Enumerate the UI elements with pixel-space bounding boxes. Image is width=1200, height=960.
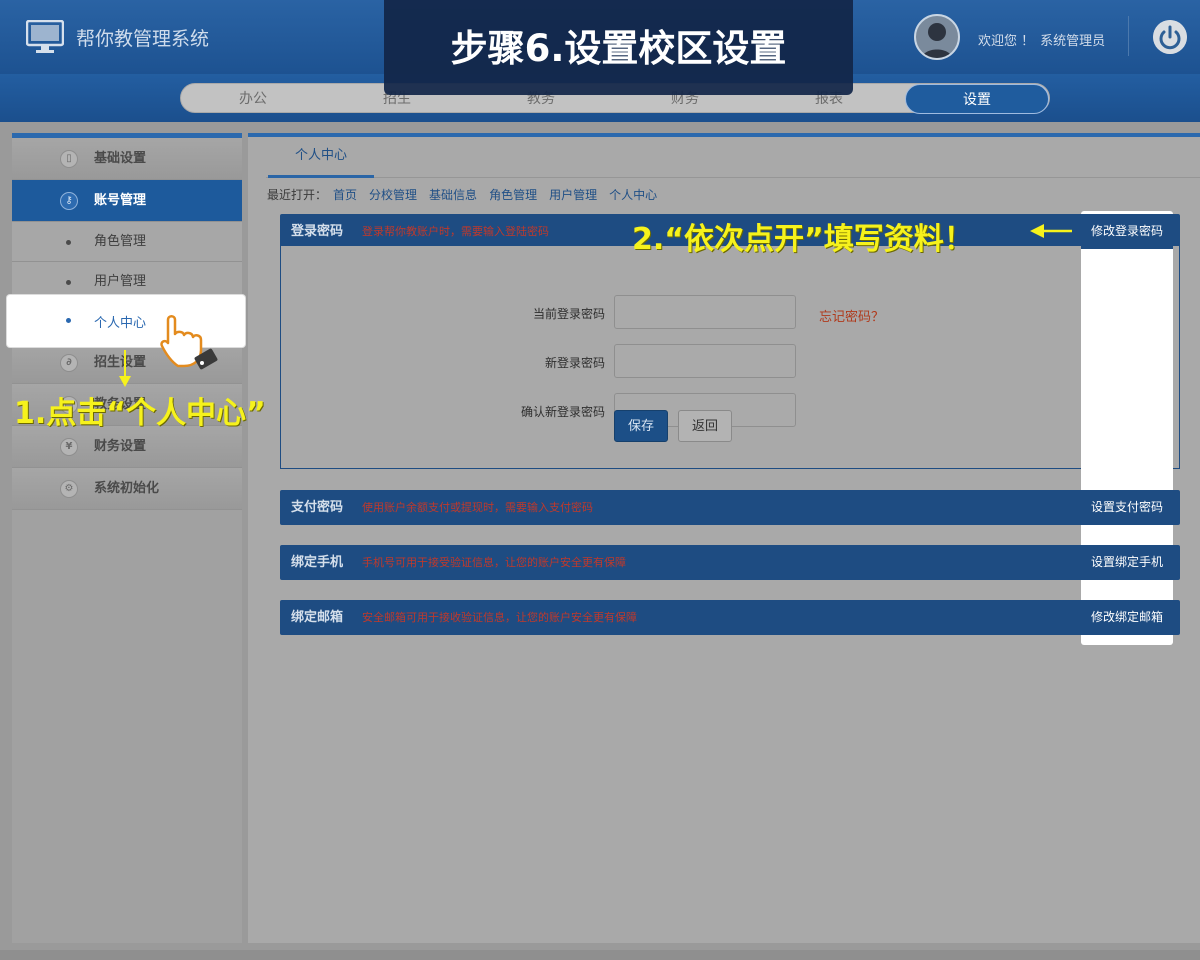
recent-link-personal[interactable]: 个人中心: [609, 186, 657, 203]
sidebar-item-finance-settings[interactable]: ¥ 财务设置: [12, 426, 242, 468]
current-password-field[interactable]: [614, 295, 796, 329]
section-description: 安全邮箱可用于接收验证信息，让您的账户安全更有保障: [362, 611, 637, 624]
tab-personal-center[interactable]: 个人中心: [268, 143, 374, 178]
section-pay-password: 支付密码 使用账户余额支付或提现时，需要输入支付密码: [280, 490, 1180, 525]
arrow-left-icon: [1030, 224, 1072, 238]
save-button[interactable]: 保存: [614, 410, 668, 442]
change-bind-email-button[interactable]: 修改绑定邮箱: [1081, 600, 1173, 635]
new-password-label: 新登录密码: [544, 356, 605, 370]
content-top-accent: [248, 133, 1200, 137]
section-description: 手机号可用于接受验证信息，让您的账户安全更有保障: [362, 556, 626, 569]
annotation-step2: 2.“依次点开”填写资料！: [632, 222, 974, 257]
bullet-icon: [66, 280, 71, 285]
back-button[interactable]: 返回: [678, 410, 732, 442]
current-password-label: 当前登录密码: [532, 307, 605, 321]
section-title: 支付密码: [291, 500, 344, 515]
sidebar: ▯ 基础设置 ⚷ 账号管理 角色管理 用户管理 ∂ 招生设置 ▤ 教务设置 ¥ …: [12, 133, 242, 943]
sidebar-item-system-init[interactable]: ⚙ 系统初始化: [12, 468, 242, 510]
bullet-icon: [66, 240, 71, 245]
app-title: 帮你教管理系统: [76, 28, 210, 50]
step-banner-text: 步骤6.设置校区设置: [450, 27, 787, 70]
section-description: 使用账户余额支付或提现时，需要输入支付密码: [362, 501, 593, 514]
section-title: 绑定手机: [291, 555, 344, 570]
sidebar-item-label: 角色管理: [94, 234, 147, 249]
tab-divider: [266, 177, 1200, 178]
recent-label: 最近打开：: [267, 188, 328, 202]
confirm-password-label: 确认新登录密码: [520, 405, 605, 419]
paperclip-icon: ∂: [60, 354, 78, 372]
username[interactable]: 系统管理员: [1040, 34, 1105, 49]
sidebar-subitem-roles[interactable]: 角色管理: [12, 222, 242, 262]
change-login-password-button[interactable]: 修改登录密码: [1081, 214, 1173, 249]
section-title: 绑定邮箱: [291, 610, 344, 625]
key-icon: ⚷: [60, 192, 78, 210]
sidebar-item-label: 个人中心: [94, 316, 147, 331]
section-bind-phone: 绑定手机 手机号可用于接受验证信息，让您的账户安全更有保障: [280, 545, 1180, 580]
page-bottom-strip: [0, 950, 1200, 960]
new-password-field[interactable]: [614, 344, 796, 378]
section-description: 登录帮你教账户时，需要输入登陆密码: [362, 225, 549, 238]
sidebar-item-account-management[interactable]: ⚷ 账号管理: [12, 180, 242, 222]
step-banner: 步骤6.设置校区设置: [384, 0, 853, 95]
welcome-label: 欢迎您 ！: [978, 34, 1035, 49]
section-title: 登录密码: [291, 224, 344, 239]
set-pay-password-button[interactable]: 设置支付密码: [1081, 490, 1173, 525]
arrow-down-icon: [119, 350, 131, 387]
sidebar-item-basic-settings[interactable]: ▯ 基础设置: [12, 138, 242, 180]
bullet-icon: [66, 318, 71, 323]
recent-link-basic-info[interactable]: 基础信息: [429, 186, 477, 203]
yen-icon: ¥: [60, 438, 78, 456]
document-icon: ▯: [60, 150, 78, 168]
recent-link-home[interactable]: 首页: [333, 186, 357, 203]
pointing-hand-icon: [160, 315, 218, 370]
set-bind-phone-button[interactable]: 设置绑定手机: [1081, 545, 1173, 580]
forgot-password-link[interactable]: 忘记密码？: [819, 306, 884, 325]
monitor-icon: [26, 20, 64, 53]
power-icon[interactable]: [1153, 20, 1187, 54]
recent-link-roles[interactable]: 角色管理: [489, 186, 537, 203]
annotation-step1: 1.点击“个人中心”: [14, 396, 266, 431]
user-settings-icon: ⚙: [60, 480, 78, 498]
header-divider: [1128, 16, 1129, 56]
user-silhouette-icon: [921, 23, 953, 58]
sidebar-item-label: 账号管理: [94, 193, 147, 208]
recent-breadcrumb: 最近打开： 首页 分校管理 基础信息 角色管理 用户管理 个人中心: [267, 186, 669, 203]
sidebar-item-label: 财务设置: [94, 439, 147, 454]
nav-tab-office[interactable]: 办公: [181, 84, 325, 114]
sidebar-item-label: 基础设置: [94, 151, 147, 166]
welcome-text: 欢迎您 ！ 系统管理员: [978, 30, 1105, 49]
recent-link-branch[interactable]: 分校管理: [369, 186, 417, 203]
section-bind-email: 绑定邮箱 安全邮箱可用于接收验证信息，让您的账户安全更有保障: [280, 600, 1180, 635]
nav-tab-settings[interactable]: 设置: [905, 84, 1049, 114]
sidebar-item-label: 系统初始化: [94, 481, 160, 496]
avatar[interactable]: [914, 14, 960, 60]
recent-link-users[interactable]: 用户管理: [549, 186, 597, 203]
